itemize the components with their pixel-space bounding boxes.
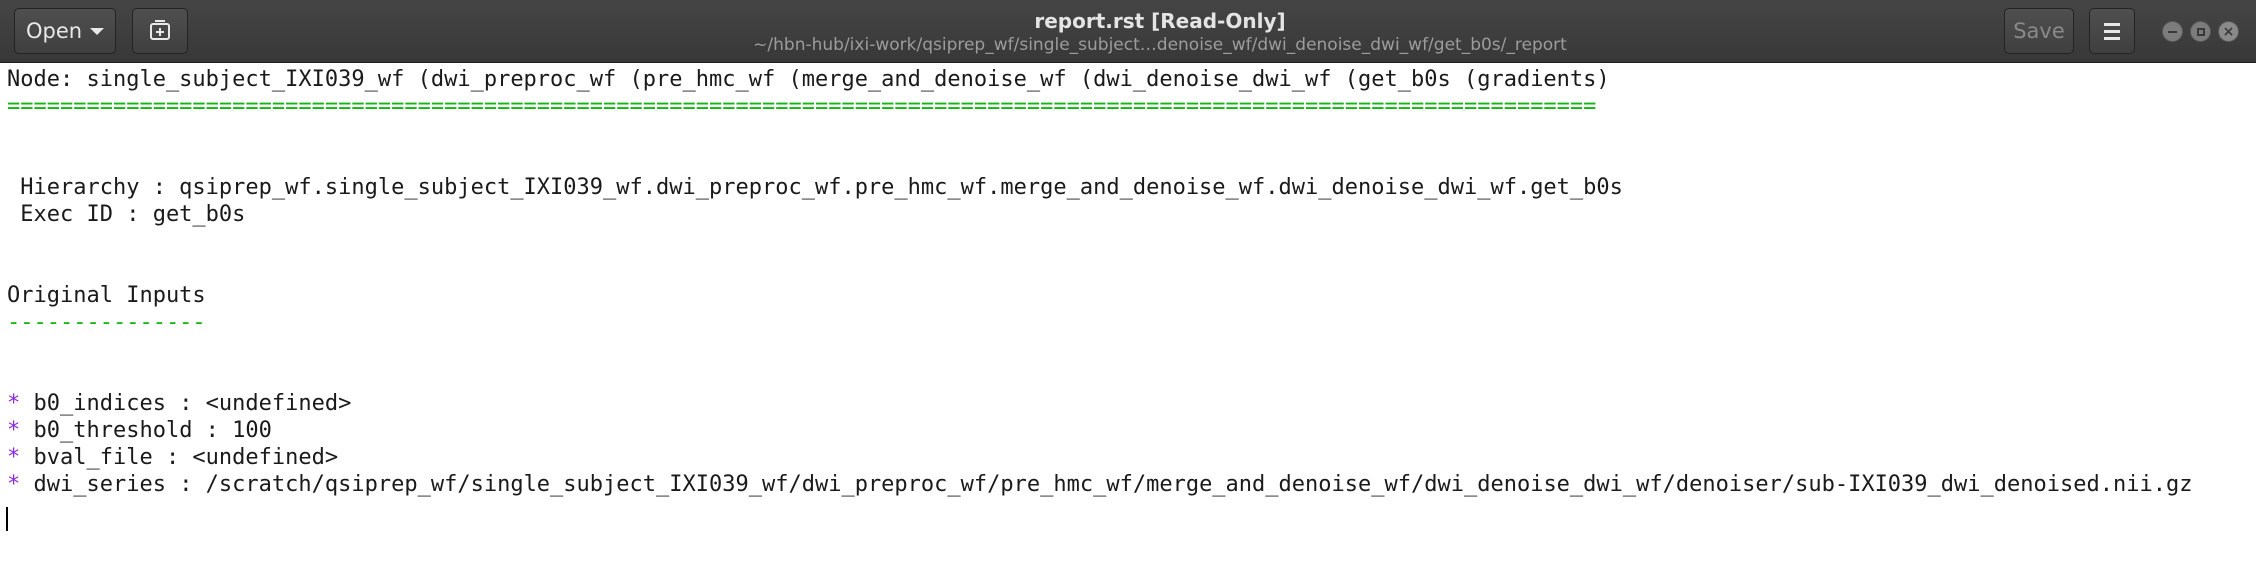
open-button[interactable]: Open xyxy=(14,8,116,54)
input-item-text: b0_indices : <undefined> xyxy=(20,391,352,416)
input-item: * b0_indices : <undefined> xyxy=(7,390,351,417)
chevron-down-icon xyxy=(90,27,105,35)
save-button[interactable]: Save xyxy=(2004,8,2074,54)
exec-id-line: Exec ID : get_b0s xyxy=(7,202,246,227)
close-button[interactable]: × xyxy=(2218,21,2239,42)
input-item: * dwi_series : /scratch/qsiprep_wf/singl… xyxy=(7,471,2192,498)
minimize-button[interactable] xyxy=(2162,21,2183,42)
section-heading-underline: --------------- xyxy=(7,310,206,335)
input-item: * bval_file : <undefined> xyxy=(7,444,338,471)
input-item-text: bval_file : <undefined> xyxy=(20,445,339,470)
file-path-subtitle: ~/hbn-hub/ixi-work/qsiprep_wf/single_sub… xyxy=(753,35,1567,55)
open-button-label: Open xyxy=(25,19,83,43)
node-heading-underline: ========================================… xyxy=(7,94,1597,119)
text-cursor xyxy=(6,507,8,531)
input-item-text: dwi_series : /scratch/qsiprep_wf/single_… xyxy=(20,472,2193,497)
hierarchy-line: Hierarchy : qsiprep_wf.single_subject_IX… xyxy=(7,175,1623,200)
close-icon: × xyxy=(2222,23,2235,40)
new-document-button[interactable] xyxy=(132,8,188,54)
maximize-icon xyxy=(2196,27,2205,36)
window-title: report.rst [Read-Only] xyxy=(1034,9,1286,33)
input-item: * b0_threshold : 100 xyxy=(7,417,272,444)
hamburger-menu-icon xyxy=(2104,22,2120,40)
bullet-marker: * xyxy=(7,418,21,443)
input-item-text: b0_threshold : 100 xyxy=(20,418,272,443)
text-editor-area[interactable]: Node: single_subject_IXI039_wf (dwi_prep… xyxy=(0,63,2256,580)
header-bar: Open report.rst [Read-Only] ~/hbn-hub/ix… xyxy=(0,0,2256,63)
title-area: report.rst [Read-Only] ~/hbn-hub/ixi-wor… xyxy=(560,8,1760,56)
text-editor-window: Open report.rst [Read-Only] ~/hbn-hub/ix… xyxy=(0,0,2256,580)
section-heading: Original Inputs xyxy=(7,283,206,308)
bullet-marker: * xyxy=(7,391,21,416)
bullet-marker: * xyxy=(7,445,21,470)
minimize-icon xyxy=(2168,30,2177,33)
menu-button[interactable] xyxy=(2089,8,2135,54)
bullet-marker: * xyxy=(7,472,21,497)
maximize-button[interactable] xyxy=(2190,21,2211,42)
new-document-icon xyxy=(150,20,170,40)
node-heading: Node: single_subject_IXI039_wf (dwi_prep… xyxy=(7,67,1610,92)
